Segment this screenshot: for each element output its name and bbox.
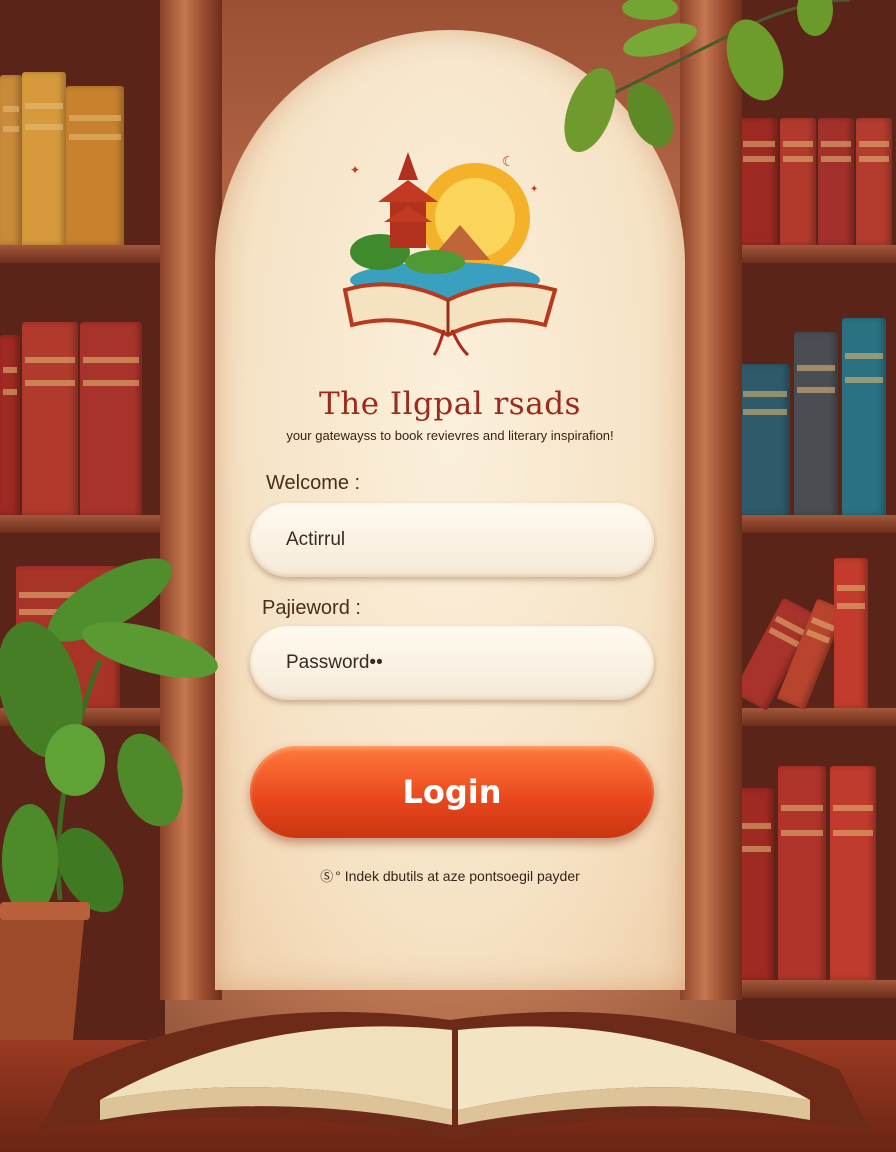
book bbox=[66, 86, 124, 245]
book bbox=[80, 322, 142, 515]
book bbox=[778, 766, 826, 980]
footer-note: Ⓢ ° Indek dbutils at aze pontsoegil payde… bbox=[222, 866, 678, 885]
shelf-plank bbox=[0, 245, 165, 263]
book bbox=[740, 364, 790, 515]
svg-text:✦: ✦ bbox=[530, 184, 538, 195]
open-book bbox=[40, 1011, 870, 1140]
login-button[interactable]: Login bbox=[250, 746, 654, 838]
vine-leaves bbox=[564, 0, 851, 153]
shelf-plank bbox=[736, 245, 896, 263]
book bbox=[834, 558, 868, 708]
svg-text:☾: ☾ bbox=[502, 154, 515, 170]
book bbox=[830, 766, 876, 980]
book bbox=[842, 318, 886, 515]
book bbox=[22, 72, 66, 245]
shelf-plank bbox=[736, 515, 896, 533]
book bbox=[0, 75, 22, 245]
shelf-plank bbox=[0, 515, 165, 533]
password-field[interactable] bbox=[250, 626, 654, 700]
app-tagline: your gatewayss to book revievres and lit… bbox=[286, 428, 614, 443]
footer-note-text: ° Indek dbutils at aze pontsoegil payder bbox=[335, 868, 580, 884]
password-label: Pajieword : bbox=[262, 597, 361, 619]
book bbox=[22, 322, 78, 515]
app-title: The Ilgpal rsads bbox=[319, 386, 581, 422]
book bbox=[0, 335, 20, 515]
book-pagoda-sunset-logo: ✦ ☾ ✦ bbox=[342, 152, 558, 357]
book bbox=[856, 118, 892, 245]
username-field[interactable] bbox=[250, 503, 654, 577]
book bbox=[794, 332, 838, 515]
login-scene: ✦ ☾ ✦ The Ilgpal rsads your gatewayss to… bbox=[0, 0, 896, 1152]
copyright-icon: Ⓢ bbox=[320, 869, 334, 884]
welcome-label: Welcome : bbox=[266, 472, 361, 494]
shelf-plank bbox=[736, 708, 896, 726]
svg-text:✦: ✦ bbox=[350, 163, 360, 177]
